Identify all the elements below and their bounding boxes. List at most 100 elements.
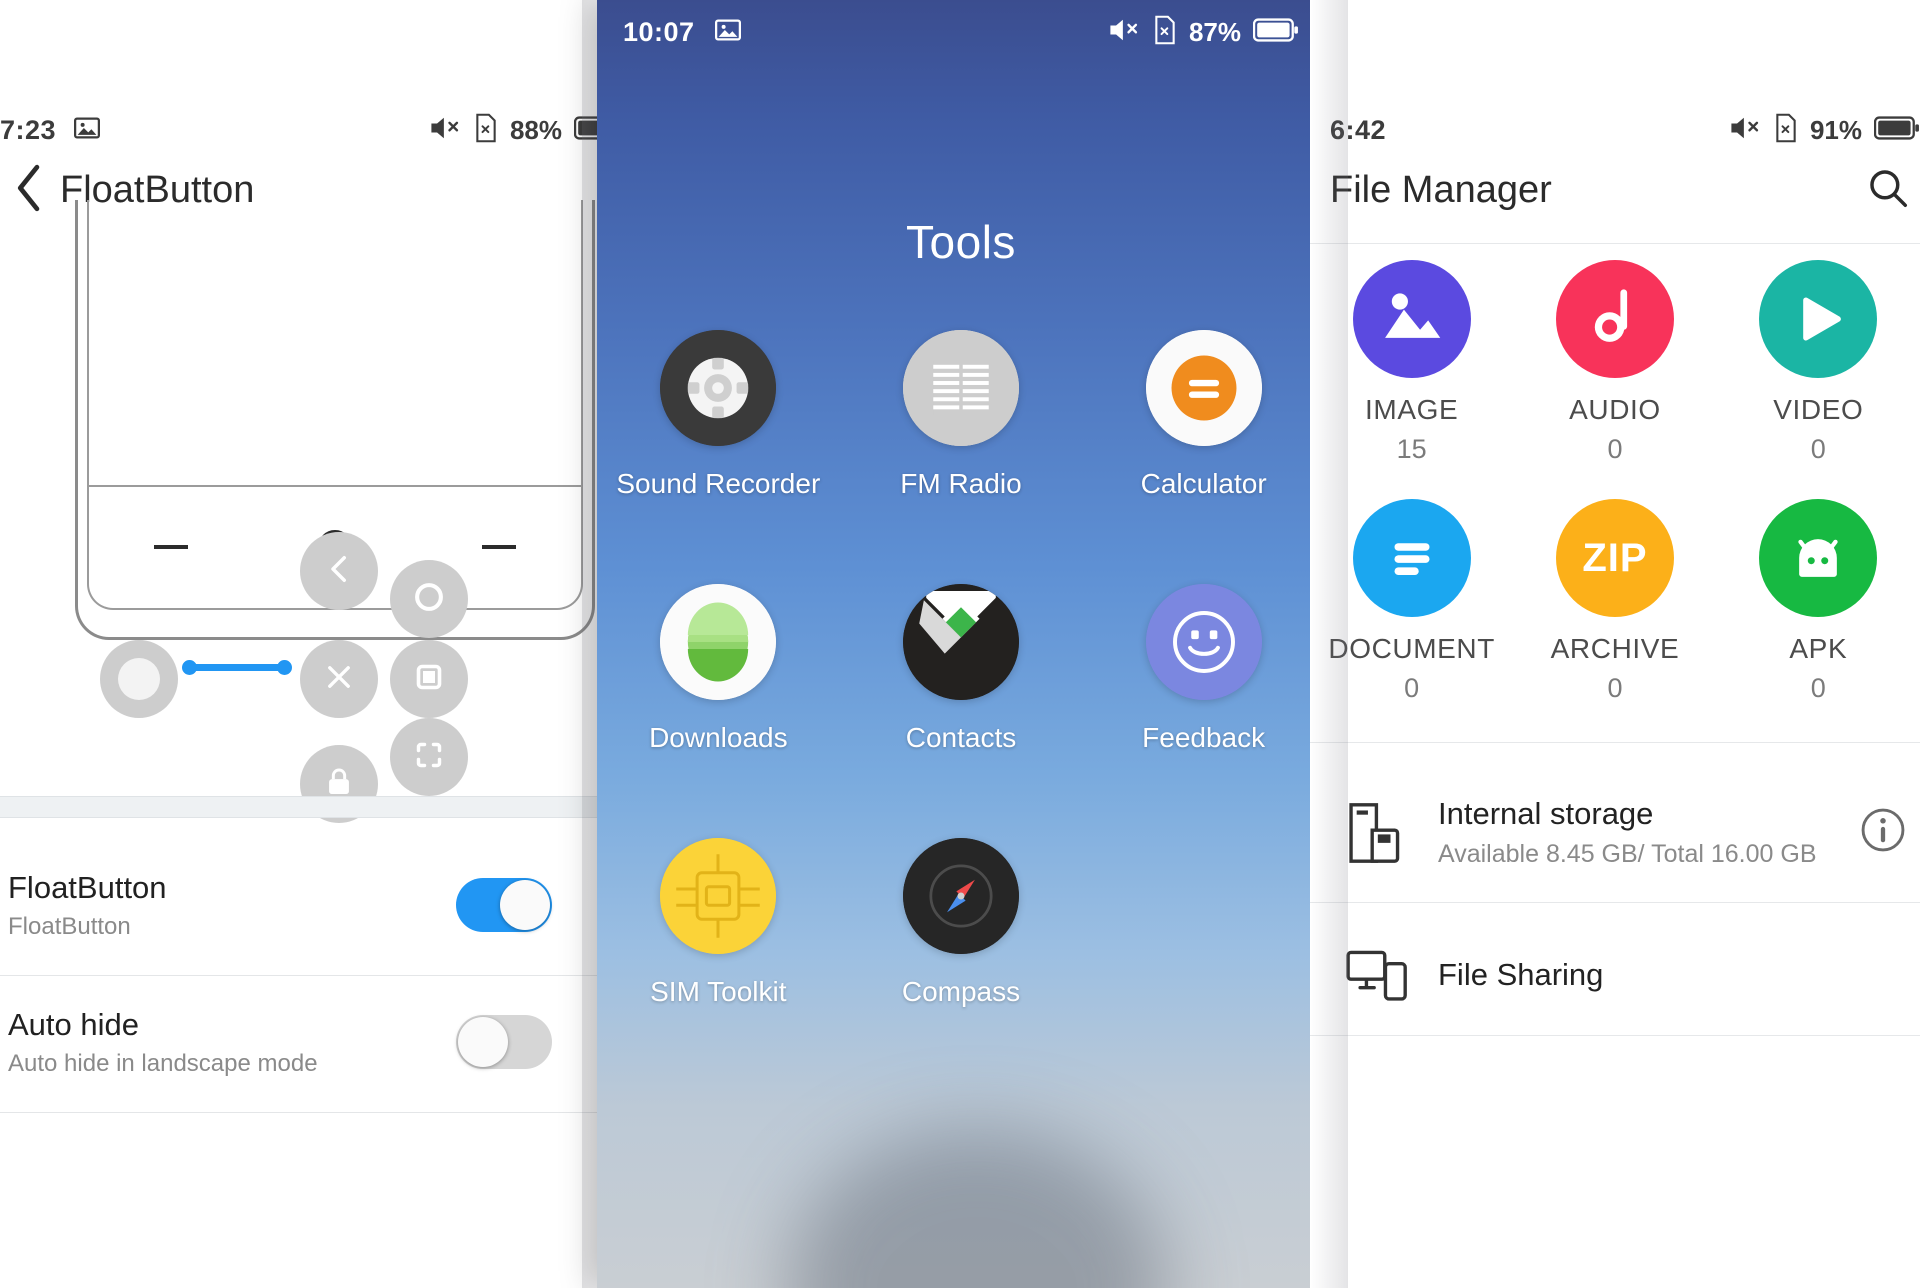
- app-label: Calculator: [1140, 468, 1267, 499]
- play-icon: [1759, 260, 1878, 378]
- category-name: IMAGE: [1365, 394, 1459, 425]
- category-count: 0: [1607, 434, 1623, 464]
- file-manager-panel: 6:42 91% File Manager IMAGE 15 AUDIO 0 V…: [1310, 0, 1920, 1288]
- search-button[interactable]: [1866, 166, 1920, 215]
- category-archive[interactable]: ZIP ARCHIVE 0: [1513, 499, 1716, 704]
- search-icon: [1866, 169, 1910, 214]
- file-category-grid: IMAGE 15 AUDIO 0 VIDEO 0 DOCUMENT 0 ZIP …: [1310, 260, 1920, 704]
- settings-row-floatbutton[interactable]: FloatButton FloatButton: [0, 845, 620, 965]
- compass-icon: [902, 838, 1019, 954]
- music-note-icon: [1555, 260, 1674, 378]
- category-count: 0: [1810, 673, 1826, 703]
- fullscreen-icon: [411, 737, 447, 778]
- document-lines-icon: [1352, 499, 1471, 617]
- row-divider: [0, 975, 620, 976]
- mute-icon: [1107, 15, 1141, 50]
- status-bar: 10:07 87%: [597, 0, 1325, 64]
- settings-row-title: Auto hide: [8, 1006, 139, 1042]
- app-feedback[interactable]: Feedback: [1082, 584, 1325, 754]
- float-fullscreen-bubble[interactable]: [390, 718, 468, 796]
- section-gap: [0, 796, 620, 818]
- settings-row-autohide[interactable]: Auto hide Auto hide in landscape mode: [0, 982, 620, 1102]
- app-sound-recorder[interactable]: Sound Recorder: [597, 330, 840, 500]
- status-bar-left: 10:07: [623, 15, 743, 50]
- category-video[interactable]: VIDEO 0: [1717, 260, 1920, 465]
- picture-icon: [1352, 260, 1471, 378]
- category-name: ARCHIVE: [1550, 633, 1680, 664]
- category-name: DOCUMENT: [1328, 633, 1495, 664]
- settings-row-text: Auto hide Auto hide in landscape mode: [8, 1006, 456, 1079]
- autohide-toggle[interactable]: [456, 1015, 552, 1069]
- calculator-icon: [1145, 330, 1262, 446]
- app-fm-radio[interactable]: FM Radio: [840, 330, 1083, 500]
- app-compass[interactable]: Compass: [840, 838, 1083, 1008]
- screenshot-root: 7:23 88% FloatButton FloatButton FloatBu…: [0, 0, 1920, 1288]
- file-sharing-text: File Sharing: [1420, 957, 1920, 993]
- circle-icon: [410, 578, 448, 621]
- float-back-bubble[interactable]: [300, 532, 378, 610]
- zip-glyph: ZIP: [1582, 535, 1648, 580]
- app-label: Sound Recorder: [616, 468, 821, 499]
- app-contacts[interactable]: Contacts: [840, 584, 1083, 754]
- app-label: Downloads: [649, 722, 788, 753]
- category-count: 0: [1404, 673, 1420, 703]
- file-sharing-row[interactable]: File Sharing: [1310, 920, 1920, 1030]
- appbar-divider: [1310, 243, 1920, 244]
- settings-row-text: FloatButton FloatButton: [8, 869, 456, 942]
- status-bar-right: 87%: [1107, 15, 1299, 50]
- app-bar: File Manager: [1310, 140, 1920, 240]
- app-label: Feedback: [1142, 722, 1266, 753]
- app-empty-slot: [1082, 838, 1325, 1008]
- app-sim-toolkit[interactable]: SIM Toolkit: [597, 838, 840, 1008]
- app-downloads[interactable]: Downloads: [597, 584, 840, 754]
- category-name: APK: [1789, 633, 1848, 664]
- internal-storage-text: Internal storage Available 8.45 GB/ Tota…: [1420, 796, 1860, 869]
- category-name: AUDIO: [1569, 394, 1661, 425]
- app-calculator[interactable]: Calculator: [1082, 330, 1325, 500]
- back-chevron-icon: [13, 163, 47, 218]
- info-icon: [1860, 808, 1906, 857]
- internal-storage-icon: [1346, 802, 1420, 864]
- zip-icon: ZIP: [1555, 499, 1674, 617]
- image-icon: [713, 15, 743, 50]
- settings-row-subtitle: Auto hide in landscape mode: [8, 1050, 318, 1078]
- home-blur-blob: [787, 1128, 1167, 1288]
- category-apk[interactable]: APK 0: [1717, 499, 1920, 704]
- app-label: Compass: [901, 976, 1021, 1007]
- internal-storage-subtitle: Available 8.45 GB/ Total 16.00 GB: [1438, 840, 1817, 868]
- float-link-line: [182, 660, 292, 675]
- sharing-divider: [1310, 1035, 1920, 1036]
- sound-recorder-icon: [660, 330, 777, 446]
- settings-row-subtitle: FloatButton: [8, 913, 131, 941]
- back-button[interactable]: [0, 163, 60, 218]
- square-icon: [411, 659, 447, 700]
- battery-icon: [1252, 17, 1299, 48]
- category-audio[interactable]: AUDIO 0: [1513, 260, 1716, 465]
- floatbutton-settings-panel: 7:23 88% FloatButton FloatButton FloatBu…: [0, 0, 620, 1288]
- internal-storage-row[interactable]: Internal storage Available 8.45 GB/ Tota…: [1310, 765, 1920, 900]
- internal-storage-title: Internal storage: [1438, 796, 1654, 831]
- app-label: SIM Toolkit: [650, 976, 787, 1007]
- category-row: IMAGE 15 AUDIO 0 VIDEO 0: [1310, 260, 1920, 465]
- sim-toolkit-icon: [660, 838, 777, 954]
- float-home-bubble[interactable]: [100, 640, 178, 718]
- tools-app-grid: Sound Recorder FM Radio Calculator Downl…: [597, 330, 1325, 1008]
- page-title: File Manager: [1330, 168, 1552, 211]
- storage-info-button[interactable]: [1860, 807, 1920, 858]
- float-close-bubble[interactable]: [300, 640, 378, 718]
- nav-dash-right-icon: [482, 545, 516, 549]
- floatbutton-toggle[interactable]: [456, 878, 552, 932]
- file-sharing-icon: [1346, 948, 1420, 1002]
- back-icon: [321, 551, 357, 592]
- storage-divider: [1310, 902, 1920, 903]
- close-icon: [322, 660, 356, 699]
- category-name: VIDEO: [1773, 394, 1864, 425]
- floatbutton-preview: [0, 200, 620, 823]
- category-count: 15: [1396, 434, 1427, 464]
- category-row: DOCUMENT 0 ZIP ARCHIVE 0 APK 0: [1310, 499, 1920, 704]
- category-count: 0: [1810, 434, 1826, 464]
- app-label: FM Radio: [900, 468, 1022, 499]
- float-circle-bubble[interactable]: [390, 560, 468, 638]
- float-square-bubble[interactable]: [390, 640, 468, 718]
- tools-row: Downloads Contacts Feedback: [597, 584, 1325, 754]
